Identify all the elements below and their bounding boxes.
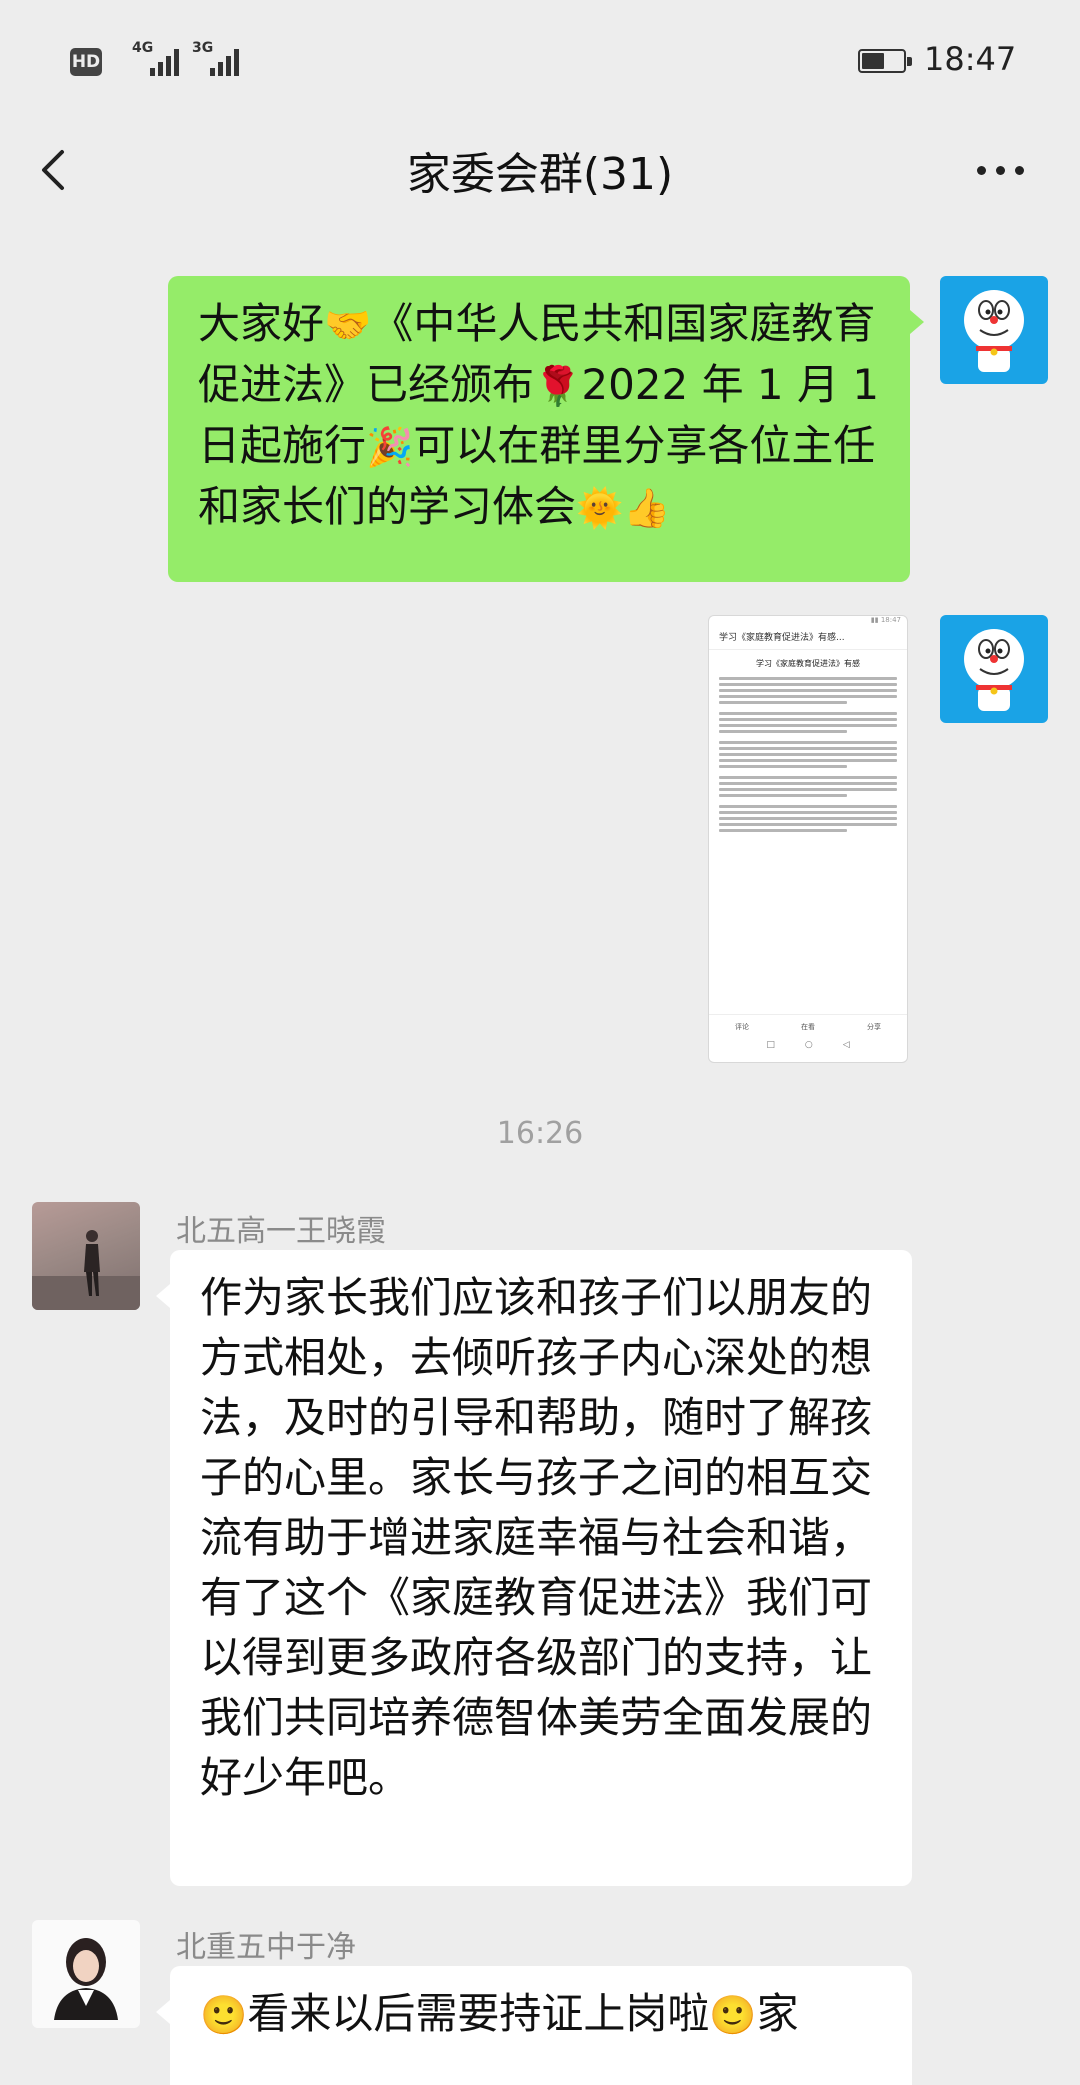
message-text: 看来以后需要持证上岗啦	[247, 1989, 710, 2038]
message-text: 大家好	[198, 299, 325, 348]
more-button[interactable]	[970, 158, 1030, 182]
smile-icon: 🙂	[709, 1993, 757, 2037]
image-nav-bar: □ ○ ◁	[766, 1040, 850, 1050]
chat-header: 家委会群(31)	[0, 120, 1080, 220]
doraemon-avatar-icon	[964, 290, 1024, 372]
chat-title: 家委会群(31)	[406, 149, 674, 200]
sender-name: 北五高一王晓霞	[176, 1214, 386, 1249]
signal-3g-icon: 3G	[192, 40, 244, 80]
person-photo-icon	[32, 1230, 140, 1310]
message-bubble-self[interactable]: 大家好🤝《中华人民共和国家庭教育促进法》已经颁布🌹2022 年 1 月 1 日起…	[168, 276, 924, 582]
doraemon-avatar-icon	[964, 629, 1024, 711]
status-time: 18:47	[924, 40, 1017, 78]
sender-name: 北重五中于净	[176, 1930, 356, 1965]
hd-badge: HD	[70, 48, 102, 76]
image-article-header: 学习《家庭教育促进法》有感...	[709, 630, 907, 650]
image-message[interactable]: ▮▮ 18:47 学习《家庭教育促进法》有感... 学习《家庭教育促进法》有感 …	[708, 615, 908, 1063]
image-article-body	[709, 677, 907, 832]
sun-icon: 🌞	[576, 486, 624, 530]
rose-icon: 🌹	[534, 364, 582, 408]
thumbs-up-icon: 👍	[623, 486, 671, 530]
party-popper-icon: 🎉	[366, 425, 414, 469]
image-article-title: 学习《家庭教育促进法》有感	[756, 659, 860, 668]
person-photo-icon	[54, 1938, 118, 2020]
handshake-icon: 🤝	[324, 303, 372, 347]
message-text: 作为家长我们应该和孩子们以朋友的方式相处，去倾听孩子内心深处的想法，及时的引导和…	[200, 1273, 873, 1802]
status-bar: HD 4G 3G 18:47	[0, 0, 1080, 120]
self-avatar[interactable]	[940, 615, 1048, 723]
message-text: 家	[756, 1989, 799, 2038]
message-timestamp: 16:26	[496, 1116, 584, 1151]
battery-icon	[858, 49, 912, 73]
self-avatar[interactable]	[940, 276, 1048, 384]
message-bubble-other[interactable]: 作为家长我们应该和孩子们以朋友的方式相处，去倾听孩子内心深处的想法，及时的引导和…	[156, 1250, 912, 1886]
sender-avatar[interactable]	[32, 1202, 140, 1310]
smile-icon: 🙂	[200, 1993, 248, 2037]
sender-avatar[interactable]	[32, 1920, 140, 2028]
signal-4g-icon: 4G	[132, 40, 180, 80]
message-bubble-other[interactable]: 🙂看来以后需要持证上岗啦🙂家	[156, 1966, 912, 2085]
image-article-footer: 评论 在看 分享	[709, 1014, 907, 1038]
more-dots-icon	[976, 165, 986, 175]
